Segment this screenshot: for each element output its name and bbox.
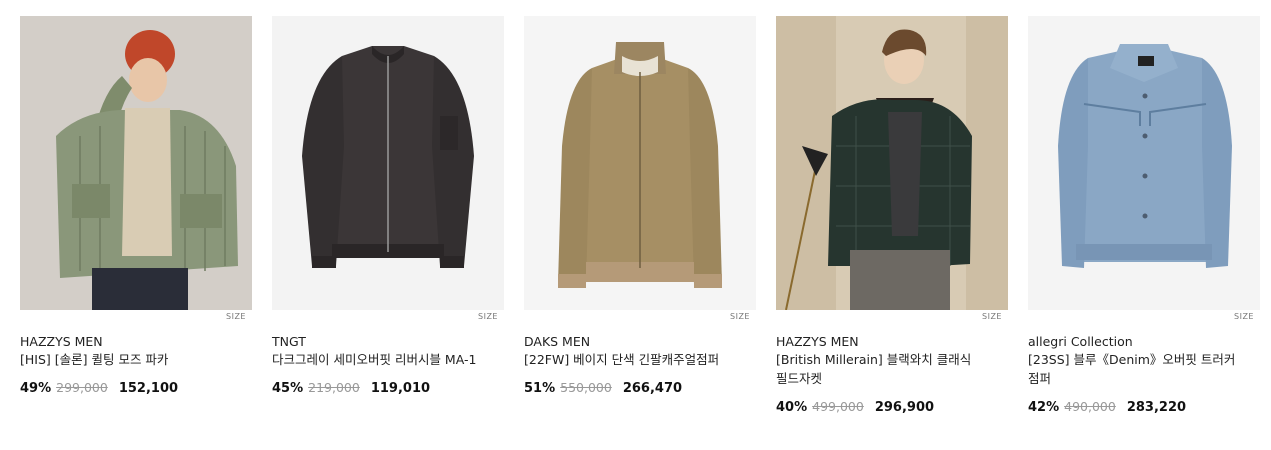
product-image[interactable] xyxy=(272,16,504,310)
product-brand[interactable]: TNGT xyxy=(272,333,504,350)
product-name[interactable]: [22FW] 베이지 단색 긴팔캐주얼점퍼 xyxy=(524,350,739,369)
product-name[interactable]: [HIS] [솔론] 퀼팅 모즈 파카 xyxy=(20,350,235,369)
product-brand[interactable]: HAZZYS MEN xyxy=(776,333,1008,350)
sale-price: 283,220 xyxy=(1126,400,1187,415)
size-label[interactable]: SIZE xyxy=(730,312,750,321)
original-price: 219,000 xyxy=(308,380,360,395)
product-name[interactable]: [British Millerain] 블랙와치 클래식 필드자켓 xyxy=(776,350,991,388)
discount-rate: 45% xyxy=(272,381,304,396)
price-row: 51% 550,000 266,470 xyxy=(524,380,756,396)
product-brand[interactable]: DAKS MEN xyxy=(524,333,756,350)
product-image[interactable] xyxy=(20,16,252,310)
product-card[interactable]: SIZE TNGT 다크그레이 세미오버핏 리버시블 MA-1 45% 219,… xyxy=(272,16,504,396)
size-label[interactable]: SIZE xyxy=(982,312,1002,321)
product-image[interactable] xyxy=(1028,16,1260,310)
product-image[interactable] xyxy=(524,16,756,310)
sale-price: 152,100 xyxy=(118,381,179,396)
beige-zip-jacket-photo xyxy=(524,16,756,310)
product-grid: SIZE HAZZYS MEN [HIS] [솔론] 퀼팅 모즈 파카 49% … xyxy=(0,0,1271,450)
product-name[interactable]: 다크그레이 세미오버핏 리버시블 MA-1 xyxy=(272,350,487,369)
product-name[interactable]: [23SS] 블루《Denim》오버핏 트러커 점퍼 xyxy=(1028,350,1243,388)
dark-grey-bomber-photo xyxy=(272,16,504,310)
product-card[interactable]: SIZE DAKS MEN [22FW] 베이지 단색 긴팔캐주얼점퍼 51% … xyxy=(524,16,756,396)
discount-rate: 51% xyxy=(524,381,556,396)
product-brand[interactable]: allegri Collection xyxy=(1028,333,1260,350)
product-card[interactable]: SIZE HAZZYS MEN [British Millerain] 블랙와치… xyxy=(776,16,1008,415)
sale-price: 266,470 xyxy=(622,381,683,396)
sale-price: 296,900 xyxy=(874,400,935,415)
sale-price: 119,010 xyxy=(370,381,431,396)
product-card[interactable]: SIZE HAZZYS MEN [HIS] [솔론] 퀼팅 모즈 파카 49% … xyxy=(20,16,252,396)
original-price: 499,000 xyxy=(812,399,864,414)
discount-rate: 49% xyxy=(20,381,52,396)
product-brand[interactable]: HAZZYS MEN xyxy=(20,333,252,350)
blackwatch-field-jacket-photo xyxy=(776,16,1008,310)
price-row: 49% 299,000 152,100 xyxy=(20,380,252,396)
discount-rate: 40% xyxy=(776,400,808,415)
product-card[interactable]: SIZE allegri Collection [23SS] 블루《Denim》… xyxy=(1028,16,1260,415)
size-label[interactable]: SIZE xyxy=(478,312,498,321)
price-row: 42% 490,000 283,220 xyxy=(1028,399,1260,415)
product-image[interactable] xyxy=(776,16,1008,310)
size-label[interactable]: SIZE xyxy=(226,312,246,321)
original-price: 299,000 xyxy=(56,380,108,395)
olive-quilted-parka-photo xyxy=(20,16,252,310)
original-price: 550,000 xyxy=(560,380,612,395)
blue-denim-trucker-photo xyxy=(1028,16,1260,310)
price-row: 45% 219,000 119,010 xyxy=(272,380,504,396)
size-label[interactable]: SIZE xyxy=(1234,312,1254,321)
discount-rate: 42% xyxy=(1028,400,1060,415)
original-price: 490,000 xyxy=(1064,399,1116,414)
price-row: 40% 499,000 296,900 xyxy=(776,399,1008,415)
